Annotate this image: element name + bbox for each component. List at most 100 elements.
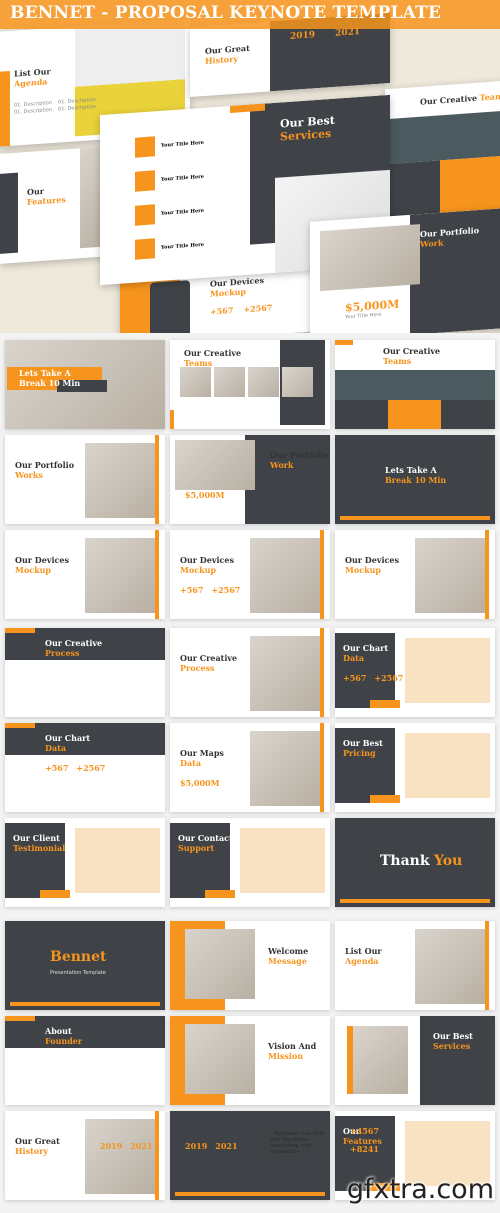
stat-value: 2021 <box>215 1141 238 1151</box>
slide-thumbnail[interactable]: Bennet Presentation Template <box>5 921 165 1010</box>
slide-title: Our Devices <box>180 555 234 565</box>
team-photo <box>214 367 245 397</box>
stat-value: +567 <box>343 673 367 683</box>
slide-title-block: Our Creative Teams <box>184 348 241 368</box>
slide-subtitle: Pricing <box>343 748 376 758</box>
slide-title-block: Our Client Testimonial <box>13 833 65 853</box>
team-photo <box>335 370 495 400</box>
stat-value: +567 <box>45 763 69 773</box>
slide-thumbnail[interactable]: Our Creative Teams <box>335 340 495 429</box>
slide-title: List Our <box>345 946 382 956</box>
slide-title: Our Best <box>433 1031 473 1041</box>
accent-block <box>40 890 70 898</box>
slide-title: Our Chart <box>343 643 389 653</box>
accent-block <box>170 410 174 429</box>
hero-slide-features: Our Features <box>0 146 110 264</box>
slide-title: Our Devices <box>345 555 399 565</box>
slide-subtitle: Agenda <box>345 956 379 966</box>
slide-subtitle: Services <box>433 1041 471 1051</box>
watermark: gfxtra.com <box>346 1174 494 1205</box>
stats-group: +567 +2567 <box>343 673 403 683</box>
slide-title: Our Portfolio <box>15 460 75 470</box>
slide-thumbnail[interactable]: Lets Take A Break 10 Min <box>5 340 165 429</box>
slide-thumbnail[interactable]: Our Best Services <box>335 1016 495 1105</box>
slide-title-block: Vision And Mission <box>268 1041 316 1061</box>
slide-thumbnail[interactable]: Our Portfolio Work $5,000M <box>170 435 330 524</box>
slide-title-block: Our Best Services <box>433 1031 473 1051</box>
slide-thumbnail[interactable]: Our Client Testimonial <box>5 818 165 907</box>
slide-subtitle: Break 10 Min <box>385 475 447 485</box>
slide-thumbnail[interactable]: About Founder <box>5 1016 165 1105</box>
slide-thumbnail[interactable]: Thank You <box>335 818 495 907</box>
accent-block <box>320 628 324 717</box>
slide-thumbnail[interactable]: Our Creative Teams <box>170 340 330 429</box>
slide-thumbnail[interactable]: Our Devices Mockup <box>335 530 495 619</box>
slide-subtitle: Mockup <box>15 565 52 575</box>
slide-title: About <box>45 1026 72 1036</box>
slide-subtitle: Testimonial <box>13 843 66 853</box>
slide-thumbnail[interactable]: 2019 2021 " Business has only two function… <box>170 1111 330 1200</box>
photo <box>415 929 485 1004</box>
slide-thumbnail[interactable]: Our Creative Process <box>5 628 165 717</box>
head-icon <box>135 170 155 192</box>
service-item: Your Title Here <box>161 173 204 183</box>
stats-group: +567 +2567 <box>180 585 240 595</box>
stats-group: 2019 2021 <box>185 1141 238 1151</box>
slide-subtitle: Works <box>15 470 43 480</box>
database-icon <box>135 136 155 158</box>
slide-title-block: Our Contact Support <box>178 833 233 853</box>
slide-thumbnail[interactable]: Our Devices Mockup <box>5 530 165 619</box>
slide-title-block: About Founder <box>45 1026 82 1046</box>
slide-title: Lets Take A <box>19 368 71 378</box>
slide-title: Vision And <box>268 1041 317 1051</box>
accent-block <box>155 435 159 524</box>
accent-block <box>485 530 489 619</box>
slide-thumbnail[interactable]: Our Portfolio Works <box>5 435 165 524</box>
slide-thumbnail[interactable]: Our Great History 2019 2021 <box>5 1111 165 1200</box>
team-photo <box>282 367 313 397</box>
slide-thumbnail[interactable]: List Our Agenda <box>335 921 495 1010</box>
service-item: Your Title Here <box>161 139 204 149</box>
hero-slide-team: Our Creative Team <box>385 80 500 220</box>
slide-thumbnail[interactable]: Our Maps Data $5,000M <box>170 723 330 812</box>
slide-title-block: Our Chart Data <box>45 733 90 753</box>
accent-block <box>155 530 159 619</box>
slide-subtitle: Process <box>45 648 80 658</box>
slide-thumbnail[interactable]: Our Chart Data +567 +2567 <box>5 723 165 812</box>
slide-title: Our Portfolio <box>270 450 330 460</box>
slide-title: Our Chart <box>45 733 91 743</box>
slide-thumbnail[interactable]: Lets Take A Break 10 Min <box>335 435 495 524</box>
accent-block <box>5 1016 35 1021</box>
slide-title: Our Client <box>13 833 60 843</box>
slide-thumbnail[interactable]: Our Chart Data +567 +2567 <box>335 628 495 717</box>
slide-thumbnail[interactable]: Our Best Pricing <box>335 723 495 812</box>
photo <box>250 731 320 806</box>
slide-thumbnail[interactable]: Our Creative Process <box>170 628 330 717</box>
accent-block <box>320 723 324 812</box>
content-area <box>75 828 160 893</box>
slide-subtitle: Bennet <box>50 949 107 965</box>
slide-title-block: Lets Take A Break 10 Min <box>385 465 446 485</box>
slide-thumbnail[interactable]: Our Contact Support <box>170 818 330 907</box>
slide-thumbnail[interactable]: Our Devices Mockup +567 +2567 <box>170 530 330 619</box>
slide-title: Our Creative <box>180 653 238 663</box>
accent-block <box>320 530 324 619</box>
stats-group: +567 +2567 <box>45 763 105 773</box>
stat-value: +2567 <box>374 673 404 683</box>
stat-value: 2019 <box>185 1141 208 1151</box>
accent-block <box>340 516 490 520</box>
slide-thumbnail[interactable]: Welcome Message <box>170 921 330 1010</box>
slide-title-block: Our Great History <box>15 1136 60 1156</box>
slide-title-block: Welcome Message <box>268 946 308 966</box>
slide-title: Thank <box>380 853 430 869</box>
accent-block <box>370 795 400 803</box>
accent-block <box>485 921 489 1010</box>
accent-block <box>335 340 353 345</box>
slide-thumbnail[interactable]: Vision And Mission <box>170 1016 330 1105</box>
slide-title: Our Contact <box>178 833 233 843</box>
stat-value: +4567 <box>350 1126 379 1136</box>
stat-value: +2567 <box>76 763 106 773</box>
slide-subtitle: Data <box>45 743 66 753</box>
slide-title: Our Creative <box>383 346 441 356</box>
team-photo <box>248 367 279 397</box>
